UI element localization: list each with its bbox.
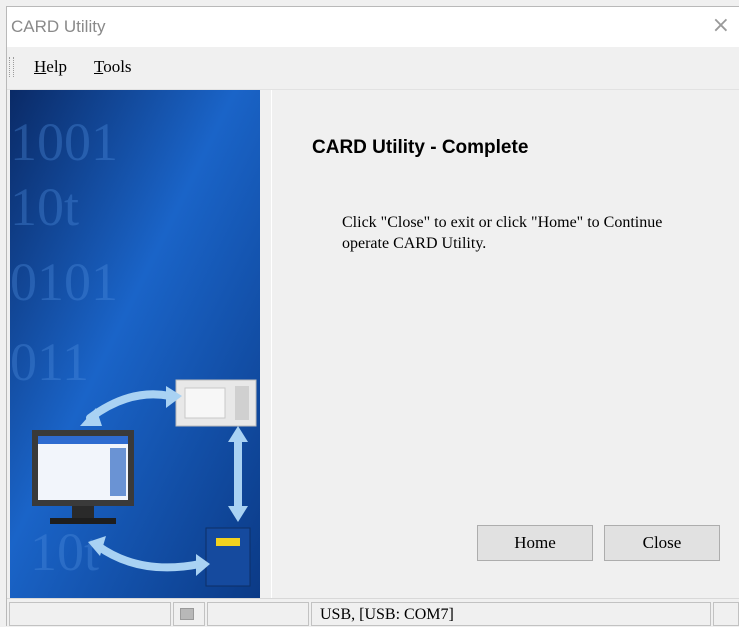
- menu-tools[interactable]: Tools: [94, 57, 132, 77]
- wizard-panel: CARD Utility - Complete Click "Close" to…: [271, 90, 736, 598]
- menu-tools-mnemonic: T: [94, 57, 104, 76]
- instruction-text: Click "Close" to exit or click "Home" to…: [342, 214, 663, 252]
- binary-text-5: 10t: [30, 522, 99, 582]
- menu-bar: Help Tools: [7, 47, 739, 90]
- home-button[interactable]: Home: [477, 525, 593, 561]
- status-cell-2: [207, 602, 309, 626]
- status-bar: USB, [USB: COM7]: [7, 598, 739, 627]
- menu-help-label-rest: elp: [46, 57, 68, 76]
- status-cell-end: [713, 602, 739, 626]
- page-title: CARD Utility - Complete: [312, 137, 529, 158]
- menu-help-mnemonic: H: [34, 57, 47, 76]
- status-cell-connection: USB, [USB: COM7]: [311, 602, 711, 626]
- binary-text-1: 1001: [10, 112, 118, 172]
- plc-device-icon: [175, 379, 257, 427]
- sd-card-icon: [205, 527, 251, 587]
- window-title: CARD Utility: [11, 17, 106, 36]
- status-cell-icon: [173, 602, 205, 626]
- binary-text-4: 011: [10, 332, 89, 392]
- card-utility-window: CARD Utility × Help Tools 1001 10t 0101 …: [6, 6, 739, 627]
- title-bar[interactable]: CARD Utility ×: [7, 7, 739, 47]
- binary-text-3: 0101: [10, 252, 118, 312]
- status-indicator-icon: [180, 608, 194, 620]
- toolbar-grip-icon[interactable]: [9, 57, 14, 77]
- menu-help[interactable]: Help: [34, 57, 67, 77]
- binary-text-2: 10t: [10, 177, 79, 237]
- connection-status-text: USB, [USB: COM7]: [320, 606, 454, 623]
- sidebar-graphic: 1001 10t 0101 011 10t: [10, 90, 260, 598]
- sidebar-illustration: 1001 10t 0101 011 10t: [10, 90, 260, 598]
- status-cell-1: [9, 602, 171, 626]
- menu-tools-label-rest: ools: [103, 57, 132, 76]
- content-area: 1001 10t 0101 011 10t CARD Utility - Com…: [7, 90, 739, 598]
- close-icon[interactable]: ×: [712, 13, 730, 38]
- close-button[interactable]: Close: [604, 525, 720, 561]
